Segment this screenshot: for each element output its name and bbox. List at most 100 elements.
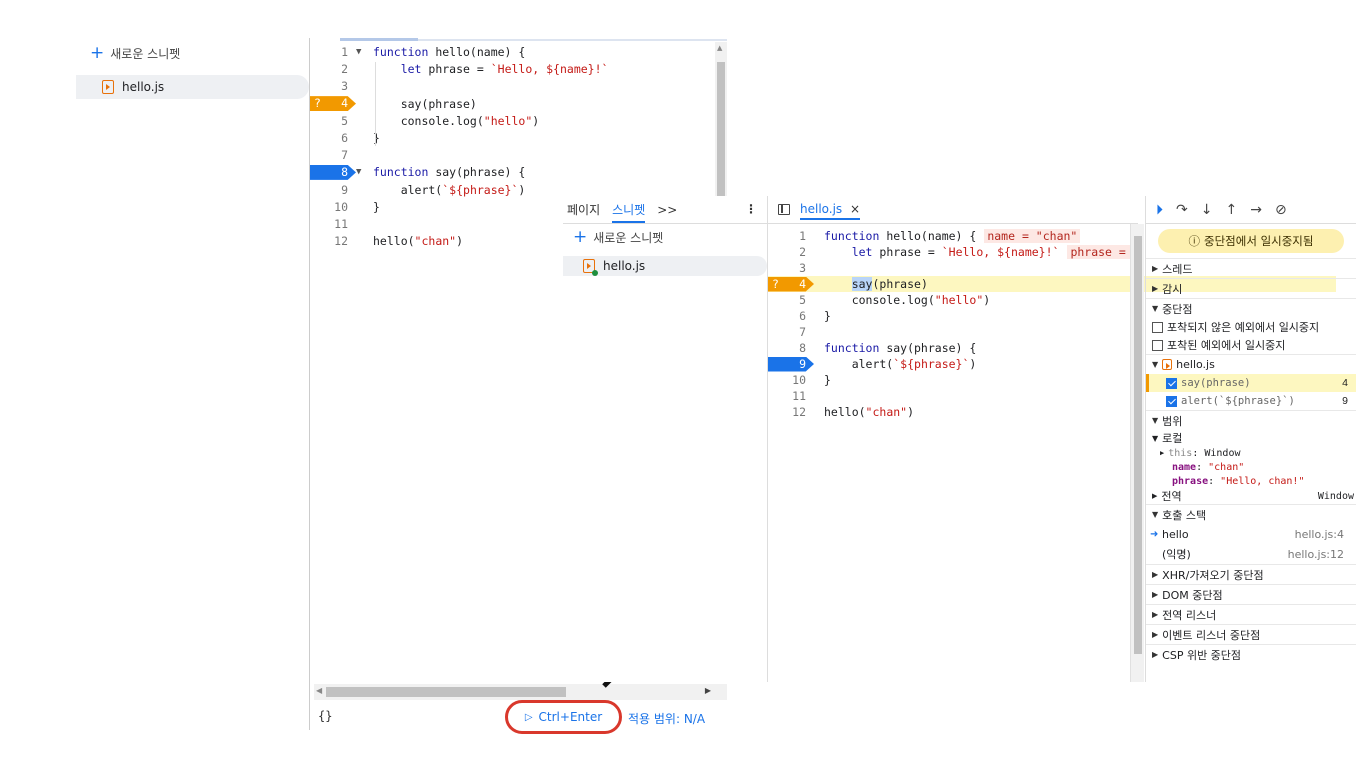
line-number[interactable]: 6 (768, 309, 806, 323)
bg-code-line[interactable]: 7 (310, 147, 710, 163)
checkbox-icon[interactable] (1166, 377, 1177, 389)
fold-icon[interactable]: ▼ (356, 167, 361, 177)
tab-snippets[interactable]: 스니펫 (612, 201, 646, 223)
line-number[interactable]: 1 (768, 229, 806, 243)
step-into-icon[interactable]: ↓ (1201, 202, 1213, 218)
tab-page[interactable]: 페이지 (567, 201, 600, 218)
line-number[interactable]: 2 (768, 245, 806, 259)
fg-code-line[interactable]: ? 4 say(phrase) (768, 276, 1130, 292)
scroll-up-icon[interactable]: ▲ (717, 44, 722, 52)
section-threads[interactable]: ▶ 스레드 (1146, 258, 1356, 278)
fg-code-line[interactable]: 3 (768, 260, 1130, 276)
resume-icon[interactable]: ⏵ (1156, 202, 1163, 218)
step-icon[interactable]: → (1250, 202, 1262, 218)
checkbox-icon[interactable] (1166, 395, 1177, 407)
bp-file-group[interactable]: ▼ hello.js (1146, 354, 1356, 374)
scroll-left-icon[interactable]: ◀ (316, 686, 322, 695)
toggle-navigator-icon[interactable] (778, 204, 790, 215)
line-number[interactable]: 12 (310, 234, 348, 248)
scope-global[interactable]: ▶ 전역 Window (1152, 488, 1356, 504)
section-breakpoints[interactable]: ▼ 중단점 (1146, 298, 1356, 318)
line-number[interactable]: 3 (310, 79, 348, 93)
pause-caught-label: 포착된 예외에서 일시중지 (1167, 339, 1286, 352)
conditional-breakpoint-marker[interactable]: ? 4 (310, 96, 356, 112)
scroll-right-icon[interactable]: ▶ (705, 686, 711, 695)
bg-snippet-file-item[interactable]: hello.js (76, 75, 309, 99)
section-call-stack[interactable]: ▼ 호출 스택 (1146, 504, 1356, 524)
bg-code-line[interactable]: 2 let phrase = `Hello, ${name}!` (310, 61, 710, 77)
step-out-icon[interactable]: ↑ (1225, 202, 1237, 218)
fg-new-snippet-button[interactable]: + 새로운 스니펫 (563, 224, 767, 250)
line-number[interactable]: 8 (768, 341, 806, 355)
bg-code-line[interactable]: 3 (310, 78, 710, 94)
section-xhr-breakpoints[interactable]: ▶ XHR/가져오기 중단점 (1146, 564, 1356, 584)
bg-horizontal-scrollbar[interactable]: ◀ ▶ (314, 684, 727, 700)
fg-code-line[interactable]: 5 console.log("hello") (768, 292, 1130, 308)
fg-code-line[interactable]: 8 function say(phrase) { (768, 340, 1130, 356)
fg-code-line[interactable]: 10} (768, 372, 1130, 388)
fg-snippet-file-item[interactable]: hello.js (563, 256, 767, 276)
more-options-icon[interactable]: ⋮ (745, 202, 757, 216)
run-snippet-button[interactable]: ▷ Ctrl+Enter (505, 700, 622, 734)
scope-this[interactable]: ▶ this: Window (1152, 446, 1356, 460)
breakpoint-marker[interactable]: 8 (310, 164, 356, 180)
fg-editor-tab[interactable]: hello.js × (800, 202, 861, 220)
bg-code-line[interactable]: 8 ▼ function say(phrase) { (310, 164, 710, 180)
checkbox-icon[interactable] (1152, 339, 1163, 351)
line-number[interactable]: 7 (768, 325, 806, 339)
breakpoint-marker[interactable]: 9 (768, 356, 814, 372)
step-over-icon[interactable]: ↷ (1176, 202, 1188, 218)
fg-code-line[interactable]: 1 function hello(name) {name = "chan" (768, 228, 1130, 244)
checkbox-icon[interactable] (1152, 321, 1163, 333)
line-number[interactable]: 6 (310, 131, 348, 145)
breakpoint-item[interactable]: say(phrase) 4 (1146, 374, 1356, 392)
fold-icon[interactable]: ▼ (356, 47, 361, 57)
more-tabs-chevron-icon[interactable]: >> (657, 203, 677, 217)
bg-code-line[interactable]: 6} (310, 130, 710, 146)
call-frame[interactable]: (익명) hello.js:12 (1146, 544, 1356, 564)
fg-code-line[interactable]: 9 alert(`${phrase}`) (768, 356, 1130, 372)
line-number[interactable]: 12 (768, 405, 806, 419)
line-number[interactable]: 3 (768, 261, 806, 275)
bg-code-line[interactable]: 1 ▼ function hello(name) { (310, 44, 710, 60)
fg-code-line[interactable]: 11 (768, 388, 1130, 404)
breakpoint-item[interactable]: alert(`${phrase}`) 9 (1146, 392, 1356, 410)
section-global-listeners[interactable]: ▶ 전역 리스너 (1146, 604, 1356, 624)
pretty-print-button[interactable]: {} (318, 709, 332, 723)
section-event-listener-breakpoints[interactable]: ▶ 이벤트 리스너 중단점 (1146, 624, 1356, 644)
line-number[interactable]: 7 (310, 148, 348, 162)
deactivate-breakpoints-icon[interactable]: ⊘ (1275, 202, 1287, 218)
bg-hscroll-thumb[interactable] (326, 687, 566, 697)
line-number[interactable]: 9 (310, 183, 348, 197)
line-number[interactable]: 10 (768, 373, 806, 387)
line-number[interactable]: 5 (310, 114, 348, 128)
fg-vscroll-thumb[interactable] (1134, 236, 1142, 654)
line-number[interactable]: 1 (310, 45, 348, 59)
call-frame-location[interactable]: hello.js:4 (1295, 528, 1344, 541)
line-number[interactable]: 2 (310, 62, 348, 76)
section-scope[interactable]: ▼ 범위 (1146, 410, 1356, 430)
call-frame-location[interactable]: hello.js:12 (1288, 548, 1344, 561)
bg-code-line[interactable]: 5 console.log("hello") (310, 113, 710, 129)
fg-code-line[interactable]: 6} (768, 308, 1130, 324)
conditional-breakpoint-marker[interactable]: ? 4 (768, 276, 814, 292)
call-frame[interactable]: ➜ hello hello.js:4 (1146, 524, 1356, 544)
section-csp-breakpoints[interactable]: ▶ CSP 위반 중단점 (1146, 644, 1356, 664)
line-number[interactable]: 10 (310, 200, 348, 214)
pause-caught-checkbox[interactable]: 포착된 예외에서 일시중지 (1146, 336, 1356, 354)
fg-code-line[interactable]: 2 let phrase = `Hello, ${name}!` phrase =… (768, 244, 1130, 260)
fg-code-line[interactable]: 7 (768, 324, 1130, 340)
pause-uncaught-checkbox[interactable]: 포착되지 않은 예외에서 일시중지 (1146, 318, 1356, 336)
line-number[interactable]: 5 (768, 293, 806, 307)
fg-code-line[interactable]: 12 hello("chan") (768, 404, 1130, 420)
bg-code-line[interactable]: ? 4 say(phrase) (310, 96, 710, 112)
section-dom-breakpoints[interactable]: ▶ DOM 중단점 (1146, 584, 1356, 604)
bg-new-snippet-button[interactable]: + 새로운 스니펫 (76, 38, 309, 68)
fg-code-editor[interactable]: hello.js × 1 function hello(name) {name =… (768, 196, 1336, 682)
fg-vertical-scrollbar[interactable] (1130, 224, 1144, 682)
close-tab-icon[interactable]: × (850, 202, 860, 216)
line-number[interactable]: 11 (310, 217, 348, 231)
scope-local[interactable]: ▼ 로컬 (1152, 430, 1356, 446)
section-watch[interactable]: ▶ 감시 (1146, 278, 1356, 298)
line-number[interactable]: 11 (768, 389, 806, 403)
